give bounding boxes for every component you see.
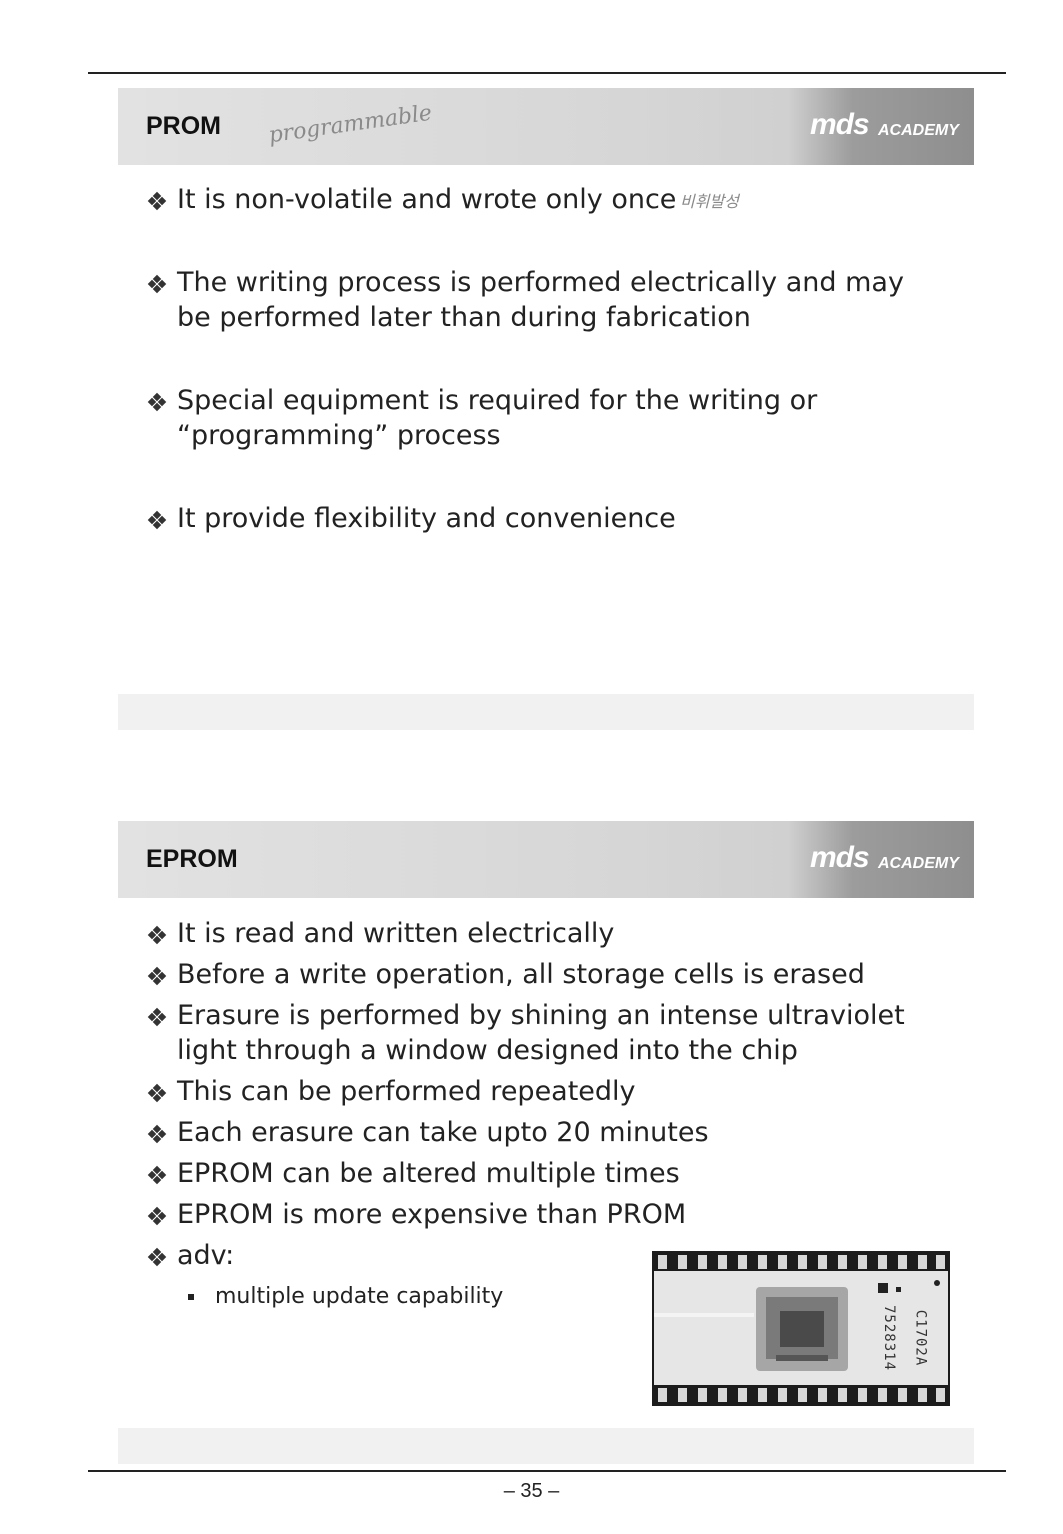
chip-label-code: 7528314 xyxy=(881,1304,898,1372)
list-item: Each erasure can take upto 20 minutes xyxy=(146,1115,946,1150)
prom-title: PROM xyxy=(146,112,221,140)
bullet-text: It is read and written electrically xyxy=(177,918,615,949)
square-bullet-icon xyxy=(188,1294,194,1300)
eprom-header: EPROM mds ACADEMY xyxy=(118,821,974,898)
bullet-text: EPROM is more expensive than PROM xyxy=(177,1199,687,1230)
bullet-text: EPROM can be altered multiple times xyxy=(177,1158,680,1189)
list-item: EPROM is more expensive than PROM xyxy=(146,1197,946,1232)
chip-label-model: C1702A xyxy=(912,1309,929,1367)
sub-list-item: multiple update capability xyxy=(188,1284,503,1309)
logo-sub: ACADEMY xyxy=(878,122,959,139)
logo-sub: ACADEMY xyxy=(878,855,959,872)
page-number: – 35 – xyxy=(503,1480,560,1502)
list-item: Special equipment is required for the wr… xyxy=(146,383,936,453)
mds-academy-logo: mds ACADEMY xyxy=(788,821,974,898)
bullet-text: It is non-volatile and wrote only once xyxy=(177,184,677,215)
bullet-text: The writing process is performed electri… xyxy=(177,267,904,333)
diamond-bullet-icon xyxy=(146,392,168,412)
slide-footer-band xyxy=(118,1428,974,1464)
diamond-bullet-icon xyxy=(146,1083,168,1103)
diamond-bullet-icon xyxy=(146,510,168,530)
prom-header: PROM mds ACADEMY xyxy=(118,88,974,165)
diamond-bullet-icon xyxy=(146,1206,168,1226)
list-item: This can be performed repeatedly xyxy=(146,1074,946,1109)
diamond-bullet-icon xyxy=(146,1165,168,1185)
bullet-text: Before a write operation, all storage ce… xyxy=(177,959,865,990)
slide-footer-band xyxy=(118,694,974,730)
logo-brand: mds xyxy=(810,841,870,874)
diamond-bullet-icon xyxy=(146,1124,168,1144)
bullet-text: It provide flexibility and convenience xyxy=(177,503,676,534)
diamond-bullet-icon xyxy=(146,274,168,294)
diamond-bullet-icon xyxy=(146,191,168,211)
bullet-text: adv: xyxy=(177,1240,235,1271)
eprom-bullet-list: It is read and written electrically Befo… xyxy=(146,916,946,1273)
diamond-bullet-icon xyxy=(146,925,168,945)
bullet-text: Special equipment is required for the wr… xyxy=(177,385,818,451)
mds-academy-logo: mds ACADEMY xyxy=(788,88,974,165)
list-item: Erasure is performed by shining an inten… xyxy=(146,998,946,1068)
eprom-title: EPROM xyxy=(146,845,238,873)
prom-bullet-list: It is non-volatile and wrote only once T… xyxy=(146,182,936,536)
list-item: EPROM can be altered multiple times xyxy=(146,1156,946,1191)
list-item: Before a write operation, all storage ce… xyxy=(146,957,946,992)
list-item: It is non-volatile and wrote only once xyxy=(146,182,936,217)
top-rule xyxy=(88,72,1006,74)
logo-brand: mds xyxy=(810,108,870,141)
bullet-text: This can be performed repeatedly xyxy=(177,1076,636,1107)
list-item: It is read and written electrically xyxy=(146,916,946,951)
bullet-text: Erasure is performed by shining an inten… xyxy=(177,1000,905,1066)
bottom-rule xyxy=(88,1470,1006,1472)
list-item: The writing process is performed electri… xyxy=(146,265,936,335)
eprom-chip-photo xyxy=(652,1251,950,1406)
diamond-bullet-icon xyxy=(146,966,168,986)
bullet-text: Each erasure can take upto 20 minutes xyxy=(177,1117,709,1148)
sub-bullet-text: multiple update capability xyxy=(215,1284,504,1309)
diamond-bullet-icon xyxy=(146,1007,168,1027)
diamond-bullet-icon xyxy=(146,1247,168,1267)
list-item: It provide flexibility and convenience xyxy=(146,501,936,536)
